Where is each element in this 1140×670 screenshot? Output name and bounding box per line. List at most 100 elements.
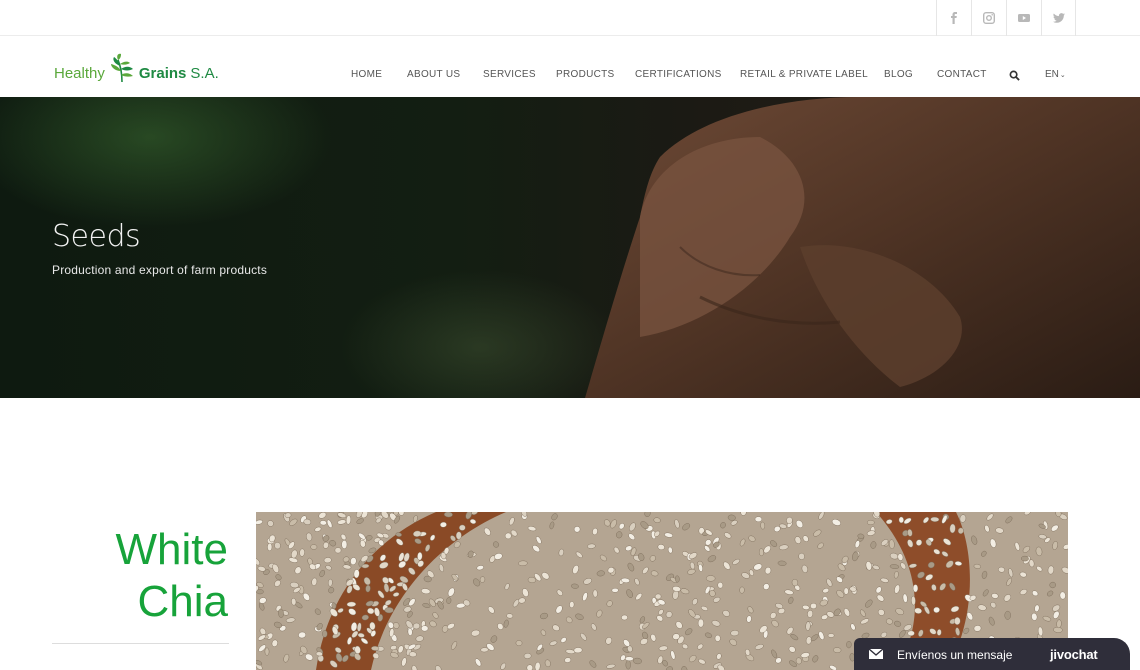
chat-widget[interactable]: Envíenos un mensaje jivochat [854, 638, 1130, 670]
top-bar [0, 0, 1140, 36]
main-nav: HOME ABOUT US SERVICES PRODUCTS CERTIFIC… [0, 69, 1140, 83]
chia-seed [930, 516, 940, 522]
chia-seed [898, 516, 904, 524]
twitter-link[interactable] [1041, 0, 1076, 36]
nav-certifications[interactable]: CERTIFICATIONS [635, 69, 722, 80]
chia-seed [760, 521, 766, 530]
nav-retail-private-label[interactable]: RETAIL & PRIVATE LABEL [740, 69, 868, 80]
chia-seed [1021, 555, 1029, 562]
chia-seed [739, 586, 745, 594]
chia-seed [833, 647, 842, 653]
chia-seed [843, 587, 849, 595]
nav-contact[interactable]: CONTACT [937, 69, 987, 80]
chia-seed [334, 547, 342, 554]
chia-seed [933, 606, 940, 613]
product-title-line2: Chia [137, 577, 229, 626]
chia-seed [413, 622, 420, 630]
hero-banner: Seeds Production and export of farm prod… [0, 97, 1140, 398]
chia-seed [697, 618, 704, 628]
chia-seed [371, 645, 380, 651]
chat-label: Envíenos un mensaje [897, 648, 1013, 662]
product-title-line1: White [115, 525, 228, 574]
chia-seed [515, 640, 523, 647]
chia-seed [341, 540, 348, 549]
hero-hand-image [585, 97, 1140, 398]
nav-home[interactable]: HOME [351, 69, 382, 80]
chat-brand: jivochat [1050, 647, 1098, 662]
chia-seed [504, 532, 512, 540]
hero-title: Seeds [52, 219, 141, 254]
chia-seed [805, 621, 811, 631]
instagram-icon [983, 12, 995, 24]
chia-seed [480, 647, 489, 653]
chia-seed [440, 521, 447, 528]
chia-seed [319, 520, 327, 526]
youtube-link[interactable] [1006, 0, 1041, 36]
chia-seed [444, 512, 453, 518]
chia-seed [717, 582, 724, 589]
chia-seed [506, 613, 514, 619]
chia-seed [310, 544, 318, 550]
chia-seed [459, 524, 466, 531]
language-selector[interactable]: EN⌄ [1045, 69, 1066, 80]
instagram-link[interactable] [971, 0, 1006, 36]
chia-seed [1059, 591, 1066, 600]
chia-seed [384, 607, 394, 614]
chia-seed [592, 589, 598, 598]
chia-seed [954, 617, 961, 625]
chia-seed [714, 634, 721, 642]
chia-seed [791, 579, 799, 587]
product-title: White Chia [116, 524, 228, 628]
chia-seed [299, 548, 305, 557]
chia-seed [446, 597, 452, 604]
twitter-icon [1052, 13, 1065, 23]
chia-seed [625, 660, 631, 670]
hero-subtitle: Production and export of farm products [52, 263, 268, 277]
language-label: EN [1045, 69, 1059, 80]
chia-seed [936, 629, 942, 636]
search-icon[interactable] [1009, 70, 1020, 81]
nav-products[interactable]: PRODUCTS [556, 69, 615, 80]
chia-seed [322, 630, 328, 638]
title-divider [52, 643, 229, 644]
chia-seed [278, 608, 284, 618]
site-header: Healthy Grains S.A. HOME ABOUT US SERVIC… [0, 36, 1140, 97]
chia-seed [621, 614, 628, 621]
chia-seed [455, 531, 462, 540]
chia-seed [810, 602, 817, 610]
nav-about-us[interactable]: ABOUT US [407, 69, 460, 80]
chia-seed [706, 575, 716, 582]
chia-seed [417, 552, 423, 561]
chevron-down-icon: ⌄ [1059, 72, 1066, 79]
chia-seed [365, 584, 371, 593]
chia-seed [408, 651, 417, 658]
chia-seed [569, 601, 575, 608]
youtube-icon [1018, 14, 1030, 22]
facebook-icon [951, 12, 957, 24]
chia-seed [523, 652, 532, 659]
chia-seed [912, 584, 919, 593]
chia-seed [407, 628, 413, 636]
chia-seed [758, 548, 764, 557]
chia-seed [949, 523, 956, 534]
chia-seed [754, 516, 762, 522]
facebook-link[interactable] [936, 0, 971, 36]
chia-seed [327, 578, 333, 587]
chia-seed [625, 656, 634, 662]
social-links [936, 0, 1076, 36]
chia-seed [911, 595, 916, 606]
chia-seed [867, 519, 875, 525]
chia-seed [654, 593, 662, 600]
chia-seed [518, 560, 528, 567]
chia-seed [1004, 610, 1011, 620]
chia-seed [267, 543, 273, 551]
nav-blog[interactable]: BLOG [884, 69, 913, 80]
chia-seed [264, 647, 270, 656]
chia-seed [907, 630, 915, 637]
envelope-icon [869, 649, 883, 659]
nav-services[interactable]: SERVICES [483, 69, 536, 80]
chia-seed [674, 575, 680, 583]
chia-seed [421, 625, 429, 632]
chia-seed [256, 589, 264, 595]
chia-seed [346, 601, 357, 607]
